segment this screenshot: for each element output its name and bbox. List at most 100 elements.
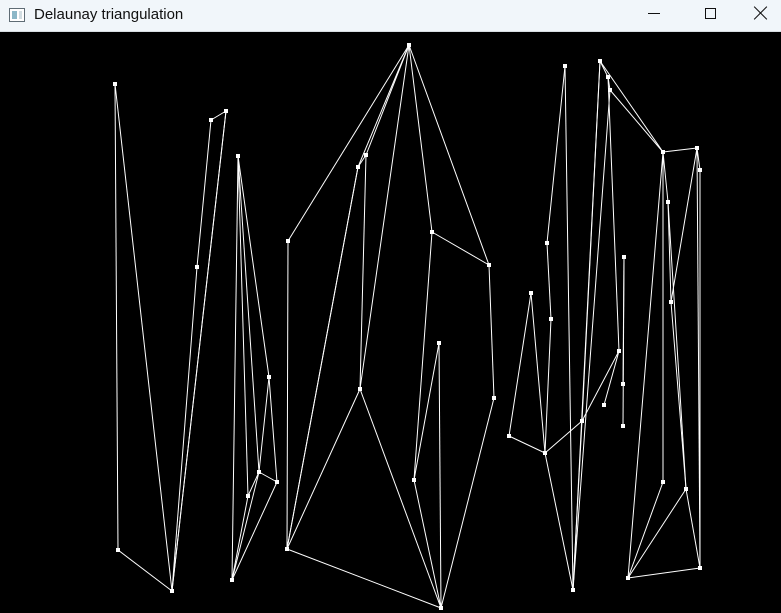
vertex-18 bbox=[430, 230, 434, 234]
edge-42 bbox=[530, 292, 546, 454]
edge-29 bbox=[359, 388, 442, 609]
vertex-12 bbox=[286, 239, 290, 243]
edge-5 bbox=[196, 119, 212, 268]
app-window-icon bbox=[9, 8, 25, 22]
edge-34 bbox=[413, 342, 440, 481]
edge-28 bbox=[359, 44, 410, 390]
vertex-41 bbox=[666, 200, 670, 204]
vertex-48 bbox=[626, 576, 630, 580]
edge-7 bbox=[171, 110, 227, 592]
edge-56 bbox=[609, 89, 664, 153]
title-bar[interactable]: Delaunay triangulation bbox=[0, 0, 781, 32]
edge-11 bbox=[231, 495, 249, 581]
vertex-33 bbox=[606, 75, 610, 79]
edge-43 bbox=[546, 242, 552, 320]
vertex-27 bbox=[549, 317, 553, 321]
edge-62 bbox=[662, 151, 669, 203]
edge-6 bbox=[210, 110, 227, 121]
vertex-11 bbox=[275, 480, 279, 484]
vertex-16 bbox=[358, 387, 362, 391]
edge-44 bbox=[546, 65, 566, 244]
edge-46 bbox=[544, 452, 574, 591]
vertex-4 bbox=[224, 109, 228, 113]
vertex-20 bbox=[439, 606, 443, 610]
vertex-23 bbox=[492, 396, 496, 400]
edge-53 bbox=[572, 60, 601, 591]
edge-19 bbox=[286, 240, 289, 550]
edge-67 bbox=[667, 201, 687, 490]
vertex-22 bbox=[487, 263, 491, 267]
vertex-10 bbox=[267, 375, 271, 379]
edge-20 bbox=[287, 44, 410, 242]
vertex-5 bbox=[195, 265, 199, 269]
vertex-24 bbox=[507, 434, 511, 438]
edge-30 bbox=[408, 44, 433, 233]
vertex-47 bbox=[698, 566, 702, 570]
minimize-button[interactable] bbox=[631, 0, 677, 31]
vertex-15 bbox=[364, 153, 368, 157]
close-icon bbox=[754, 6, 768, 20]
vertex-42 bbox=[669, 300, 673, 304]
maximize-button[interactable] bbox=[688, 0, 734, 31]
edge-74 bbox=[627, 481, 664, 579]
vertex-25 bbox=[529, 291, 533, 295]
vertex-9 bbox=[257, 470, 261, 474]
vertex-44 bbox=[698, 168, 702, 172]
edge-65 bbox=[627, 151, 664, 579]
close-button[interactable] bbox=[735, 0, 781, 31]
edge-37 bbox=[488, 264, 495, 399]
edge-40 bbox=[508, 292, 532, 437]
edge-63 bbox=[662, 147, 698, 153]
edge-51 bbox=[581, 350, 620, 422]
edge-45 bbox=[544, 318, 552, 454]
vertex-2 bbox=[170, 589, 174, 593]
vertex-29 bbox=[563, 64, 567, 68]
edge-8 bbox=[231, 155, 239, 581]
edge-55 bbox=[572, 89, 611, 591]
vertex-31 bbox=[580, 419, 584, 423]
edge-23 bbox=[286, 548, 442, 609]
vertex-45 bbox=[684, 487, 688, 491]
edge-3 bbox=[171, 266, 198, 592]
vertex-1 bbox=[116, 548, 120, 552]
edge-9 bbox=[237, 155, 249, 497]
edge-75 bbox=[627, 567, 701, 579]
vertex-36 bbox=[622, 255, 626, 259]
vertex-34 bbox=[608, 88, 612, 92]
edge-48 bbox=[564, 65, 574, 591]
edge-76 bbox=[670, 147, 698, 303]
vertex-6 bbox=[236, 154, 240, 158]
edge-15 bbox=[258, 376, 270, 473]
vertex-0 bbox=[113, 82, 117, 86]
edge-47 bbox=[544, 420, 583, 454]
edge-18 bbox=[237, 155, 260, 473]
vertex-30 bbox=[571, 588, 575, 592]
edge-59 bbox=[603, 350, 620, 406]
minimize-icon bbox=[648, 13, 660, 14]
vertex-14 bbox=[356, 165, 360, 169]
maximize-icon bbox=[705, 8, 716, 19]
vertex-35 bbox=[617, 349, 621, 353]
vertex-28 bbox=[543, 451, 547, 455]
vertex-37 bbox=[621, 382, 625, 386]
edge-32 bbox=[431, 231, 490, 266]
vertex-17 bbox=[407, 43, 411, 47]
vertex-3 bbox=[209, 118, 213, 122]
edge-41 bbox=[508, 435, 546, 454]
edge-16 bbox=[258, 471, 278, 483]
edge-33 bbox=[413, 231, 433, 481]
edge-27 bbox=[365, 44, 410, 156]
vertex-32 bbox=[598, 59, 602, 63]
vertex-21 bbox=[412, 478, 416, 482]
edge-0 bbox=[114, 83, 119, 551]
triangulation-canvas[interactable] bbox=[0, 32, 781, 613]
delaunay-plot bbox=[113, 43, 702, 610]
vertex-40 bbox=[661, 150, 665, 154]
edge-12 bbox=[231, 471, 260, 581]
edge-17 bbox=[268, 376, 278, 483]
edge-22 bbox=[286, 388, 361, 550]
vertex-46 bbox=[661, 480, 665, 484]
edge-13 bbox=[231, 481, 278, 581]
edge-72 bbox=[685, 488, 701, 569]
vertex-8 bbox=[246, 494, 250, 498]
